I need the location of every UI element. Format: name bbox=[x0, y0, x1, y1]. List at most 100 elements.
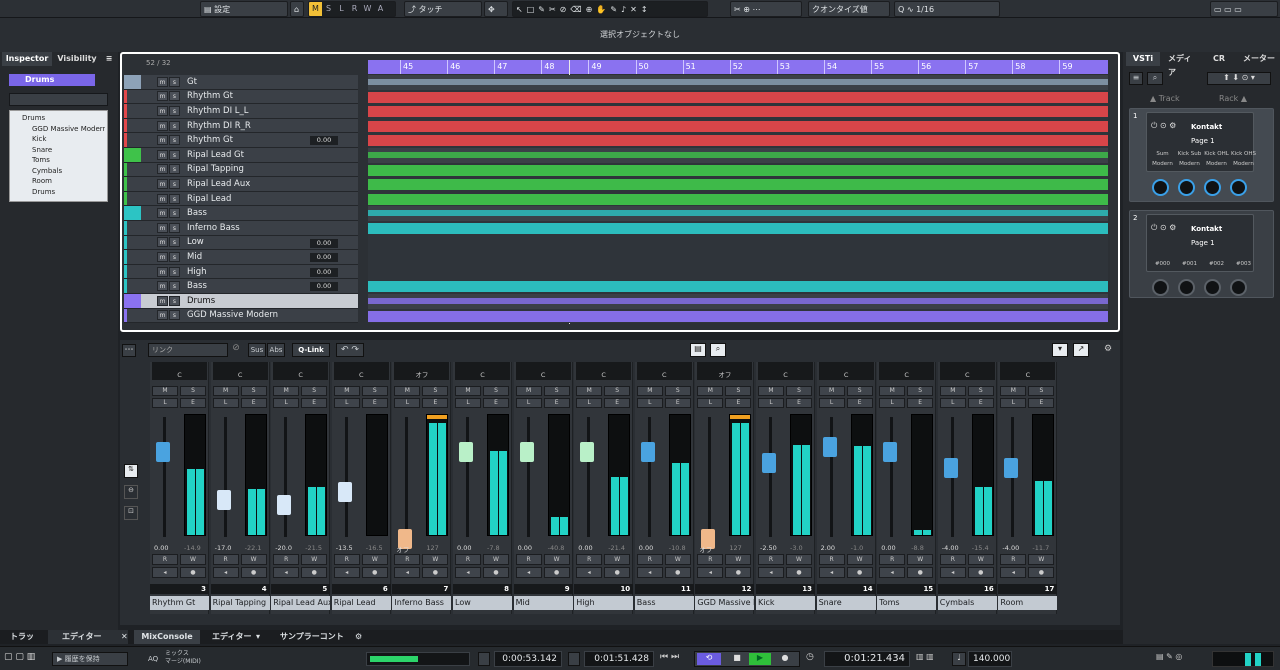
channel-mute-button[interactable]: M bbox=[212, 386, 239, 396]
event-part[interactable] bbox=[368, 310, 1108, 322]
listen-button[interactable]: L bbox=[576, 398, 603, 408]
track-row[interactable]: m s GGD Massive Modern bbox=[124, 308, 358, 324]
mute-button[interactable]: m bbox=[157, 295, 168, 306]
left-locator-button[interactable] bbox=[478, 652, 490, 666]
channel-mute-button[interactable]: M bbox=[333, 386, 360, 396]
event-part[interactable] bbox=[368, 79, 1108, 85]
channel-name[interactable]: Kick bbox=[756, 596, 815, 610]
track-volume-value[interactable]: 0.00 bbox=[310, 253, 338, 263]
channel-edit-button[interactable]: E bbox=[664, 398, 691, 408]
monitor-button[interactable]: ◂ bbox=[394, 567, 421, 578]
listen-button[interactable]: L bbox=[818, 398, 845, 408]
q-link-button[interactable]: Q-Link bbox=[292, 343, 330, 357]
tree-item[interactable]: Snare bbox=[12, 145, 105, 156]
mute-button[interactable]: m bbox=[157, 105, 168, 116]
tree-item[interactable]: Room bbox=[12, 176, 105, 187]
track-name[interactable]: Bass bbox=[187, 208, 207, 218]
listen-button[interactable]: L bbox=[939, 398, 966, 408]
mute-button[interactable]: m bbox=[157, 120, 168, 131]
channel-mute-button[interactable]: M bbox=[394, 386, 421, 396]
pan-knob[interactable]: オフ bbox=[394, 364, 449, 379]
link-view-icon[interactable]: ⊖ bbox=[124, 485, 138, 499]
solo-button[interactable]: s bbox=[169, 193, 180, 204]
volume-readout[interactable]: 2.00 bbox=[821, 544, 835, 552]
volume-readout[interactable]: 0.00 bbox=[518, 544, 532, 552]
mixer-route-icon[interactable]: ↗ bbox=[1073, 343, 1089, 357]
track-row[interactable]: m s Inferno Bass bbox=[124, 221, 358, 236]
tab-meter[interactable]: メーター bbox=[1243, 52, 1279, 66]
instrument-slot[interactable]: 2 Kontakt Page 1 ⏻ ⊙ ⚙ #000 #001 #002 #003 bbox=[1129, 210, 1274, 298]
record-enable-button[interactable]: ● bbox=[725, 567, 752, 578]
track-row[interactable]: m s Bass bbox=[124, 206, 358, 221]
volume-readout[interactable]: -17.0 bbox=[215, 544, 232, 552]
time-format-icon[interactable]: ◷ bbox=[806, 652, 820, 666]
automation-mode-l[interactable]: L bbox=[335, 2, 348, 16]
volume-readout[interactable]: -4.00 bbox=[1002, 544, 1019, 552]
volume-fader[interactable] bbox=[337, 481, 352, 502]
write-automation-button[interactable]: W bbox=[180, 554, 206, 565]
write-automation-button[interactable]: W bbox=[543, 554, 570, 565]
instrument-slot[interactable]: 1 Kontakt Page 1 ⏻ ⊙ ⚙ Sum Kick Sub Kick OHL Ki… bbox=[1129, 108, 1274, 202]
mute-button[interactable]: m bbox=[157, 91, 168, 102]
record-enable-button[interactable]: ● bbox=[240, 567, 267, 578]
channel-name[interactable]: Inferno Bass bbox=[392, 596, 452, 610]
inspector-track-name[interactable]: Drums bbox=[9, 74, 95, 86]
listen-button[interactable]: L bbox=[758, 398, 784, 408]
chevron-down-icon[interactable]: ▾ bbox=[256, 630, 266, 644]
monitor-button[interactable]: ◂ bbox=[273, 567, 300, 578]
mix-merge-mode[interactable]: ミックス マージ(MIDI) bbox=[165, 650, 223, 668]
track-row[interactable]: m s Mid 0.00 bbox=[124, 250, 358, 265]
solo-button[interactable]: s bbox=[169, 149, 180, 160]
record-enable-button[interactable]: ● bbox=[846, 567, 873, 578]
channel-name[interactable]: Bass bbox=[634, 596, 694, 610]
marker-icons[interactable]: ▥ ▥ bbox=[916, 652, 944, 666]
listen-button[interactable]: L bbox=[1000, 398, 1027, 408]
unlink-icon[interactable]: ⊘ bbox=[230, 343, 242, 357]
transport-nav-icons[interactable]: ⏮ ⏭ bbox=[660, 652, 688, 666]
channel-edit-button[interactable]: E bbox=[422, 398, 449, 408]
monitor-button[interactable]: ◂ bbox=[576, 567, 603, 578]
transport-left-buttons[interactable]: ▢ ▢ ▥ bbox=[4, 652, 44, 666]
listen-button[interactable]: L bbox=[636, 398, 663, 408]
track-lane[interactable] bbox=[368, 279, 1108, 294]
channel-list-icon[interactable]: ▤ bbox=[690, 343, 706, 357]
write-automation-button[interactable]: W bbox=[240, 554, 267, 565]
event-part[interactable] bbox=[368, 135, 1108, 147]
tree-item[interactable]: Cymbals bbox=[12, 166, 105, 177]
read-automation-button[interactable]: R bbox=[879, 554, 906, 565]
write-automation-button[interactable]: W bbox=[664, 554, 691, 565]
monitor-button[interactable]: ◂ bbox=[515, 567, 542, 578]
instrument-name[interactable]: Kontakt bbox=[1191, 225, 1222, 233]
channel-mute-button[interactable]: M bbox=[576, 386, 603, 396]
record-enable-button[interactable]: ● bbox=[1028, 567, 1055, 578]
rack-toolbar-buttons[interactable]: ⬆ ⬇ ⊙ ▾ bbox=[1207, 72, 1271, 85]
track-lane[interactable] bbox=[368, 250, 1108, 265]
record-enable-button[interactable]: ● bbox=[361, 567, 388, 578]
channel-edit-button[interactable]: E bbox=[786, 398, 812, 408]
ruler-bar-number[interactable]: 54 bbox=[823, 60, 871, 74]
channel-name[interactable]: Ripal Lead Aux bbox=[271, 596, 331, 610]
channel-mute-button[interactable]: M bbox=[879, 386, 906, 396]
record-enable-button[interactable]: ● bbox=[422, 567, 449, 578]
track-row[interactable]: m s Ripal Tapping bbox=[124, 162, 358, 178]
abs-button[interactable]: Abs bbox=[267, 343, 285, 357]
volume-readout[interactable]: オフ bbox=[396, 544, 409, 554]
instrument-page[interactable]: Page 1 bbox=[1191, 239, 1215, 247]
channel-name[interactable]: Rhythm Gt bbox=[150, 596, 209, 610]
tab-mixconsole[interactable]: MixConsole bbox=[134, 630, 200, 644]
volume-fader[interactable] bbox=[580, 441, 595, 462]
track-name[interactable]: Mid bbox=[187, 252, 202, 262]
fader-view-icon[interactable]: ⇅ bbox=[124, 464, 138, 478]
mute-button[interactable]: m bbox=[157, 222, 168, 233]
quick-control-knob[interactable] bbox=[1204, 179, 1221, 196]
tab-media[interactable]: メディア bbox=[1168, 52, 1198, 77]
tab-editor[interactable]: エディター bbox=[48, 630, 128, 644]
track-row[interactable]: m s Gt bbox=[124, 75, 358, 90]
channel-solo-button[interactable]: S bbox=[180, 386, 206, 396]
close-icon[interactable]: ✕ bbox=[121, 630, 131, 644]
solo-button[interactable]: s bbox=[169, 105, 180, 116]
track-name[interactable]: Rhythm DI R_R bbox=[187, 121, 251, 131]
mute-button[interactable]: m bbox=[157, 76, 168, 87]
sus-button[interactable]: Sus bbox=[248, 343, 266, 357]
track-row[interactable]: m s Low 0.00 bbox=[124, 235, 358, 251]
